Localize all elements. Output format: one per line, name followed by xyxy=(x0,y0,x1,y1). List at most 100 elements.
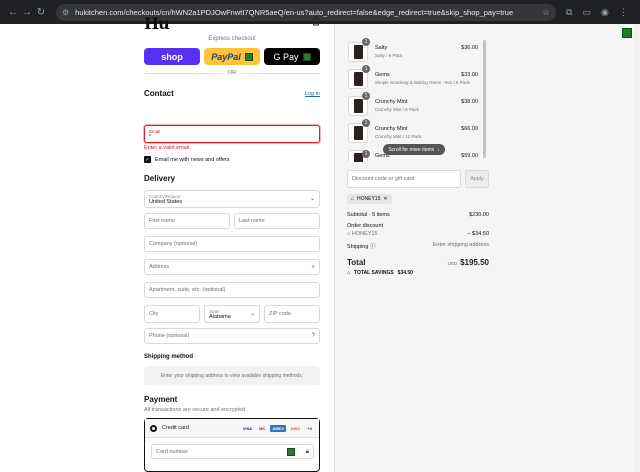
paypal-button[interactable]: PayPal xyxy=(204,48,260,65)
discover-icon: DISC xyxy=(290,425,301,431)
item-variant: Salty / 6 Pack xyxy=(375,53,403,58)
total-savings: ⌂ TOTAL SAVINGS $34.50 xyxy=(347,270,413,276)
discount-placeholder: Discount code or gift card xyxy=(352,176,415,182)
item-name: Gems xyxy=(375,72,390,78)
login-link[interactable]: Log in xyxy=(305,91,320,97)
item-name: Salty xyxy=(375,45,388,51)
item-variant: Crunchy Mint / 6 Pack xyxy=(375,107,420,112)
extension-overlay-icon xyxy=(302,52,311,61)
newsletter-option[interactable]: ✓ Email me with news and offers xyxy=(144,156,230,163)
extension-overlay-icon xyxy=(287,448,295,456)
order-discount-value: − $34.50 xyxy=(467,231,489,237)
credit-card-option[interactable]: Credit card VISA MC AMEX DISC +3 Card nu… xyxy=(144,418,320,472)
zip-placeholder: ZIP code xyxy=(269,311,291,317)
address-field[interactable]: Address ⌕ xyxy=(144,259,320,275)
brand-logo[interactable]: Hu xyxy=(144,14,170,33)
sidebar-icon[interactable]: ▭ xyxy=(582,7,591,18)
company-placeholder: Company (optional) xyxy=(149,241,197,247)
total-label: Total xyxy=(347,258,366,267)
amex-icon: AMEX xyxy=(270,424,286,432)
cart-bag-icon[interactable] xyxy=(311,16,321,26)
savings-tag-icon: ⌂ xyxy=(347,270,351,276)
or-label: OR xyxy=(227,70,237,76)
items-scrollbar[interactable] xyxy=(483,40,486,158)
card-number-field[interactable]: Card number 🔒︎ xyxy=(151,444,314,459)
total-row: Total USD $195.50 xyxy=(347,258,489,267)
delivery-heading: Delivery xyxy=(144,174,176,183)
arrow-down-icon: ↓ xyxy=(437,146,440,153)
chevron-down-icon: ⌄ xyxy=(249,311,255,317)
savings-value: $34.50 xyxy=(397,270,413,276)
extension-overlay-icon xyxy=(244,52,253,61)
zip-field[interactable]: ZIP code xyxy=(264,305,320,323)
google-pay-button[interactable]: G Pay xyxy=(264,48,320,65)
city-field[interactable]: City xyxy=(144,305,200,323)
shop-pay-label: shop xyxy=(161,51,183,62)
first-name-field[interactable]: First name xyxy=(144,213,230,229)
company-field[interactable]: Company (optional) xyxy=(144,236,320,252)
scroll-more-label: Scroll for more items xyxy=(388,146,435,153)
newsletter-checkbox[interactable]: ✓ xyxy=(144,156,151,163)
savings-label: TOTAL SAVINGS xyxy=(354,270,394,276)
page-scrollbar[interactable] xyxy=(633,24,640,472)
line-item: 1 Gems Simple Snacking & Baking Gems - 9… xyxy=(348,65,478,93)
address-placeholder: Address xyxy=(149,264,170,270)
shipping-value: Enter shipping address xyxy=(432,242,489,248)
item-price: $66.00 xyxy=(461,126,478,132)
last-name-field[interactable]: Last name xyxy=(234,213,320,229)
shipping-row: Shipping ⓘ Enter shipping address xyxy=(347,242,489,250)
state-select[interactable]: State Alabama ⌄ xyxy=(204,305,260,323)
order-discount-code-row: ⌂ HONEY15 − $34.50 xyxy=(347,231,489,237)
bookmark-star-icon[interactable]: ☆ xyxy=(542,7,550,18)
line-item: 1 Crunchy Mint Crunchy Mint / 6 Pack $38… xyxy=(348,92,478,120)
total-amount-wrap: USD $195.50 xyxy=(448,258,489,267)
extension-badge-icon[interactable] xyxy=(622,28,632,38)
discount-code-input[interactable]: Discount code or gift card xyxy=(347,170,461,188)
shop-pay-button[interactable]: shop xyxy=(144,48,200,65)
payment-heading: Payment xyxy=(144,395,178,404)
lock-icon: 🔒︎ xyxy=(305,449,309,455)
extensions-icon[interactable]: ⧉ xyxy=(566,7,572,18)
shipping-method-heading: Shipping method xyxy=(144,354,193,360)
order-discount-code-text: HONEY15 xyxy=(351,231,378,237)
reload-icon[interactable]: ↻ xyxy=(34,7,48,18)
country-select[interactable]: Country/Region United States ⌄ xyxy=(144,190,320,208)
search-icon: ⌕ xyxy=(311,264,315,270)
quantity-badge: 1 xyxy=(362,119,370,127)
item-variant: Simple Snacking & Baking Gems - 9oz / 6 … xyxy=(375,80,470,85)
mastercard-icon: MC xyxy=(259,425,266,431)
email-field[interactable]: Email * xyxy=(144,125,320,143)
payment-secure-note: All transactions are secure and encrypte… xyxy=(144,407,247,413)
quantity-badge: 1 xyxy=(362,38,370,46)
remove-discount-icon[interactable]: ✕ xyxy=(383,196,387,202)
shipping-method-note: Enter your shipping address to view avai… xyxy=(144,366,320,385)
quantity-badge: 1 xyxy=(362,150,370,158)
apartment-field[interactable]: Apartment, suite, etc. (optional) xyxy=(144,282,320,298)
quantity-badge: 1 xyxy=(362,65,370,73)
apply-discount-button[interactable]: Apply xyxy=(465,170,489,188)
forward-icon[interactable]: → xyxy=(20,7,34,18)
subtotal-row: Subtotal · 5 items $230.00 xyxy=(347,212,489,218)
newsletter-label: Email me with news and offers xyxy=(155,156,230,163)
item-price: $59.00 xyxy=(461,153,478,159)
tag-icon: ⌂ xyxy=(351,196,355,202)
visa-icon: VISA xyxy=(242,425,253,431)
phone-field[interactable]: Phone (optional) ? xyxy=(144,328,320,344)
help-circle-icon[interactable]: ? xyxy=(312,333,315,339)
country-value: United States xyxy=(149,198,183,205)
help-circle-icon[interactable]: ⓘ xyxy=(370,244,376,250)
order-discount-code: ⌂ HONEY15 xyxy=(347,231,378,237)
credit-card-radio[interactable] xyxy=(150,424,157,432)
site-info-icon[interactable]: ⚙ xyxy=(62,8,69,17)
scroll-more-button[interactable]: Scroll for more items ↓ xyxy=(383,144,445,155)
email-error-message: Enter a valid email xyxy=(144,145,190,151)
address-bar[interactable]: ⚙ hukitchen.com/checkouts/cn/hWN2a1PDJOw… xyxy=(56,3,556,21)
city-placeholder: City xyxy=(149,311,159,317)
credit-card-header[interactable]: Credit card VISA MC AMEX DISC +3 xyxy=(145,419,319,438)
menu-icon[interactable]: ⋮ xyxy=(619,7,628,18)
google-pay-label: G Pay xyxy=(273,51,299,62)
back-icon[interactable]: ← xyxy=(6,7,20,18)
subtotal-value: $230.00 xyxy=(469,212,489,218)
profile-icon[interactable]: ◉ xyxy=(601,7,609,18)
item-name: Crunchy Mint xyxy=(375,99,408,105)
